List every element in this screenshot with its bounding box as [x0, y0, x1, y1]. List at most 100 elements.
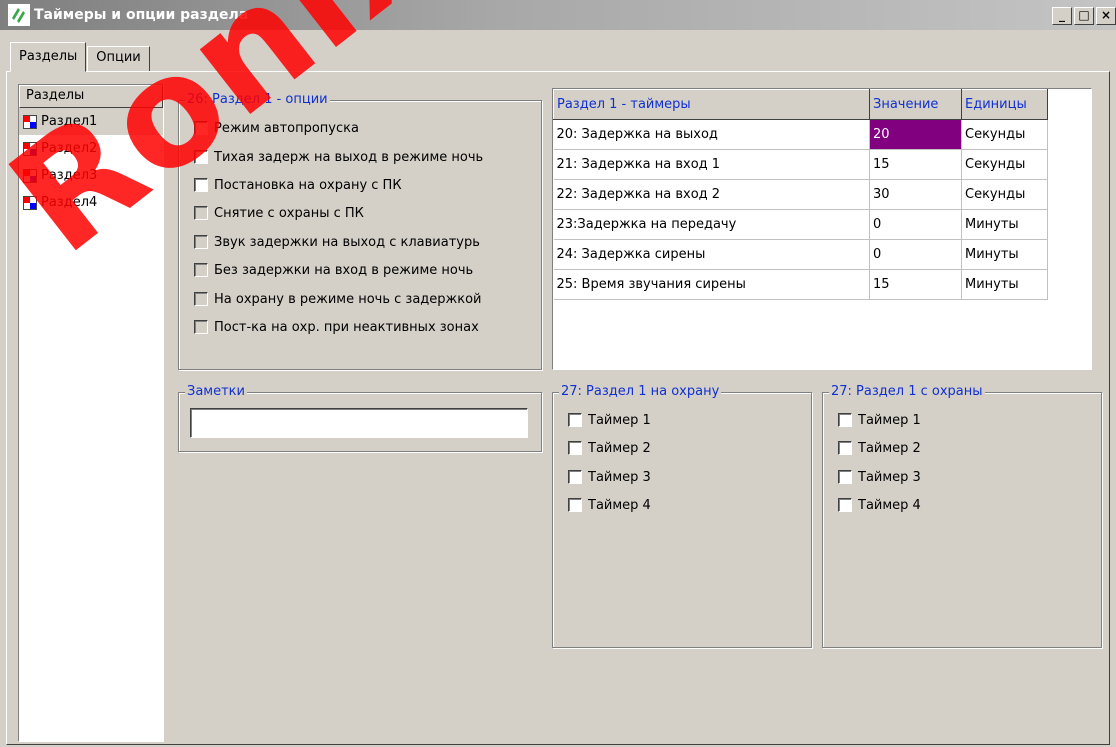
timer-label: Таймер 1 — [588, 412, 651, 428]
timer-label: Таймер 4 — [588, 497, 651, 513]
timer-label: Таймер 2 — [858, 440, 921, 456]
checkbox[interactable] — [194, 263, 208, 277]
section-icon — [23, 195, 37, 210]
app-logo-icon — [8, 4, 30, 26]
checkbox[interactable] — [194, 206, 208, 220]
disarm-timers-group: 27: Раздел 1 с охраны — [822, 384, 1102, 648]
notes-legend: Заметки — [185, 384, 247, 400]
options-legend: 26: Раздел 1 - опции — [185, 92, 330, 108]
option-label: Снятие с охраны с ПК — [214, 205, 364, 221]
arm-legend: 27: Раздел 1 на охрану — [559, 384, 722, 400]
disarm-legend: 27: Раздел 1 с охраны — [829, 384, 985, 400]
option-label: Пост-ка на охр. при неактивных зонах — [214, 319, 479, 335]
checkbox[interactable] — [568, 441, 582, 455]
minimize-button[interactable]: _ — [1052, 7, 1072, 25]
tab-options[interactable]: Опции — [87, 46, 150, 72]
timer-name-cell: 20: Задержка на выход — [553, 119, 870, 150]
option-label: Звук задержки на выход с клавиатурь — [214, 234, 480, 250]
timer-value-cell[interactable]: 30 — [869, 179, 962, 210]
timer-value-cell[interactable]: 0 — [869, 209, 962, 240]
option-label: Тихая задерж на выход в режиме ночь — [214, 149, 484, 165]
checkbox[interactable] — [194, 178, 208, 192]
window-title: Таймеры и опции раздела — [34, 7, 249, 23]
arm-timers-group: 27: Раздел 1 на охрану — [552, 384, 812, 648]
checkbox[interactable] — [194, 121, 208, 135]
checkbox[interactable] — [194, 292, 208, 306]
tab-strip: Разделы Опции — [10, 42, 151, 72]
timer-label: Таймер 1 — [858, 412, 921, 428]
maximize-button[interactable]: □ — [1074, 7, 1094, 25]
timer-unit-cell: Минуты — [961, 239, 1048, 270]
table-row[interactable]: 24: Задержка сирены 0 Минуты — [553, 239, 1048, 270]
option-quiet-exit-delay[interactable]: Тихая задерж на выход в режиме ночь — [194, 147, 483, 167]
column-header-name[interactable]: Раздел 1 - таймеры — [553, 89, 870, 120]
timer-unit-cell: Секунды — [961, 119, 1048, 150]
checkbox[interactable] — [568, 498, 582, 512]
list-item-label: Раздел1 — [41, 114, 98, 129]
disarm-timer-3[interactable]: Таймер 3 — [838, 467, 921, 487]
column-header-value[interactable]: Значение — [869, 89, 962, 120]
arm-timer-2[interactable]: Таймер 2 — [568, 438, 651, 458]
option-label: Постановка на охрану с ПК — [214, 177, 402, 193]
arm-timer-4[interactable]: Таймер 4 — [568, 495, 651, 515]
sections-list[interactable]: Разделы Раздел1 Раздел2 Раздел3 Раздел4 — [18, 84, 164, 742]
disarm-timer-1[interactable]: Таймер 1 — [838, 410, 921, 430]
timer-name-cell: 24: Задержка сирены — [553, 239, 870, 270]
sections-list-header[interactable]: Разделы — [19, 85, 163, 108]
timer-unit-cell: Минуты — [961, 269, 1048, 300]
option-night-arm-with-delay[interactable]: На охрану в режиме ночь с задержкой — [194, 289, 482, 309]
timer-value-cell[interactable]: 0 — [869, 239, 962, 270]
arm-timer-3[interactable]: Таймер 3 — [568, 467, 651, 487]
option-arm-from-pc[interactable]: Постановка на охрану с ПК — [194, 175, 402, 195]
tab-sections[interactable]: Разделы — [10, 42, 87, 72]
list-item-section-4[interactable]: Раздел4 — [19, 189, 163, 216]
option-arm-inactive-zones[interactable]: Пост-ка на охр. при неактивных зонах — [194, 317, 479, 337]
timers-table: Раздел 1 - таймеры Значение Единицы 20: … — [553, 89, 1048, 300]
timer-label: Таймер 4 — [858, 497, 921, 513]
timer-value-cell[interactable]: 15 — [869, 149, 962, 180]
timer-unit-cell: Секунды — [961, 179, 1048, 210]
list-item-label: Раздел2 — [41, 141, 98, 156]
option-label: Без задержки на вход в режиме ночь — [214, 262, 474, 278]
table-row[interactable]: 22: Задержка на вход 2 30 Секунды — [553, 179, 1048, 210]
timer-label: Таймер 3 — [588, 469, 651, 485]
option-no-entry-delay-night[interactable]: Без задержки на вход в режиме ночь — [194, 260, 473, 280]
timer-label: Таймер 3 — [858, 469, 921, 485]
table-row[interactable]: 25: Время звучания сирены 15 Минуты — [553, 269, 1048, 300]
table-row[interactable]: 20: Задержка на выход 20 Секунды — [553, 119, 1048, 150]
list-item-section-3[interactable]: Раздел3 — [19, 162, 163, 189]
timer-unit-cell: Минуты — [961, 209, 1048, 240]
option-label: Режим автопропуска — [214, 120, 359, 136]
column-header-unit[interactable]: Единицы — [961, 89, 1048, 120]
timers-grid[interactable]: Раздел 1 - таймеры Значение Единицы 20: … — [552, 88, 1092, 370]
list-item-section-2[interactable]: Раздел2 — [19, 135, 163, 162]
checkbox[interactable] — [568, 470, 582, 484]
checkbox[interactable] — [838, 498, 852, 512]
checkbox[interactable] — [838, 413, 852, 427]
option-exit-delay-sound[interactable]: Звук задержки на выход с клавиатурь — [194, 232, 480, 252]
option-disarm-from-pc[interactable]: Снятие с охраны с ПК — [194, 203, 364, 223]
timer-name-cell: 22: Задержка на вход 2 — [553, 179, 870, 210]
section-icon — [23, 141, 37, 156]
checkbox[interactable] — [838, 470, 852, 484]
timer-name-cell: 21: Задержка на вход 1 — [553, 149, 870, 180]
table-row[interactable]: 21: Задержка на вход 1 15 Секунды — [553, 149, 1048, 180]
checkbox[interactable] — [194, 320, 208, 334]
section-icon — [23, 114, 37, 129]
checkbox[interactable] — [194, 235, 208, 249]
checkbox[interactable] — [194, 150, 208, 164]
table-row[interactable]: 23:Задержка на передачу 0 Минуты — [553, 209, 1048, 240]
title-bar: Таймеры и опции раздела _ □ × — [0, 0, 1116, 30]
timer-name-cell: 25: Время звучания сирены — [553, 269, 870, 300]
checkbox[interactable] — [838, 441, 852, 455]
arm-timer-1[interactable]: Таймер 1 — [568, 410, 651, 430]
option-autopass[interactable]: Режим автопропуска — [194, 118, 359, 138]
list-item-section-1[interactable]: Раздел1 — [19, 108, 163, 135]
notes-input[interactable] — [190, 408, 528, 438]
timer-value-cell[interactable]: 20 — [869, 119, 962, 150]
disarm-timer-2[interactable]: Таймер 2 — [838, 438, 921, 458]
close-button[interactable]: × — [1096, 7, 1116, 25]
timer-value-cell[interactable]: 15 — [869, 269, 962, 300]
disarm-timer-4[interactable]: Таймер 4 — [838, 495, 921, 515]
checkbox[interactable] — [568, 413, 582, 427]
